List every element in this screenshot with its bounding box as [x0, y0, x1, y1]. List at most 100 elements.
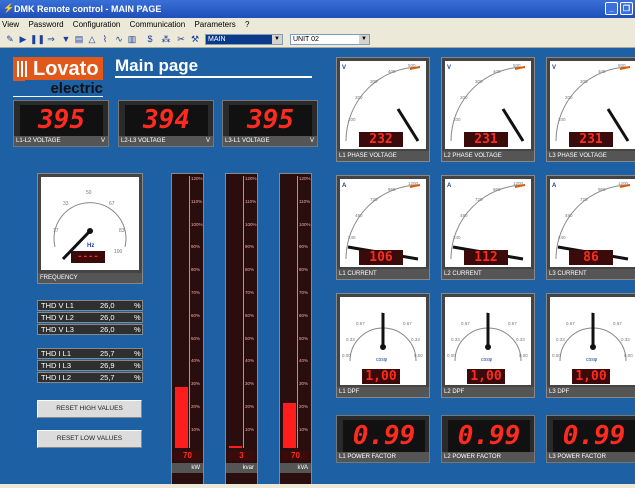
voltage-tick: 300 — [370, 79, 378, 84]
chart-icon[interactable]: ▥ — [126, 33, 138, 45]
voltage-unit: V — [205, 138, 210, 144]
current-tick: 480 — [460, 213, 468, 218]
bar-tick: 70% — [299, 290, 309, 295]
chevron-down-icon[interactable]: ▼ — [272, 35, 282, 44]
needle-pivot — [380, 344, 386, 350]
unit-select-value: UNIT 02 — [293, 36, 319, 43]
current-meter: 240 480 720 960 1200 A 106 L1 CURRENT — [336, 175, 430, 280]
thd-name: THD I L2 — [41, 373, 72, 382]
menu-view[interactable]: View — [2, 20, 19, 29]
bar-tick: 110% — [191, 198, 203, 204]
dpf-value-display: 1,00 — [362, 369, 400, 384]
dollar-icon[interactable]: $ — [144, 33, 156, 45]
current-tick: 960 — [493, 187, 501, 192]
dpf-meter: 0.000.330.6710.670.330.00cosφINDCAP1,00L… — [441, 293, 535, 398]
current-label: L1 CURRENT — [337, 269, 429, 279]
wrench-icon[interactable]: ✎ — [4, 33, 16, 45]
power-factor-display: 0.99 — [448, 420, 530, 452]
menu-password[interactable]: Password — [28, 20, 63, 29]
bar-tick: 80% — [299, 267, 309, 273]
dpf-tick: 0.33 — [411, 337, 420, 342]
voltage-display: 394 — [125, 105, 208, 136]
thd-unit: % — [134, 301, 141, 310]
play-icon[interactable]: ▶ — [17, 33, 29, 45]
unit-select[interactable]: UNIT 02 ▼ — [290, 34, 370, 45]
current-unit: A — [342, 183, 347, 189]
settings-icon[interactable]: ✂ — [175, 33, 187, 45]
tools-icon[interactable]: ⚒ — [189, 33, 201, 45]
thd-value: 26,0 — [100, 301, 115, 310]
dpf-tick: 0.00 — [342, 353, 351, 358]
thd-unit: % — [134, 373, 141, 382]
freq-tick: 100 — [114, 249, 123, 255]
bar-tick: 50% — [191, 335, 201, 341]
current-tick: 1200 — [618, 181, 629, 186]
minimize-button[interactable]: _ — [605, 2, 618, 15]
menu-help[interactable]: ? — [245, 20, 249, 29]
pause-icon[interactable]: ❚❚ — [30, 33, 45, 45]
freq-tick: 33 — [63, 201, 69, 207]
voltage-value-display: 232 — [359, 132, 403, 147]
bar-scale: 120% 110% 100% 90% 80% 70% 60% 50% 40% 30% 20% 10% — [297, 176, 311, 448]
bar-value: 3 — [228, 451, 255, 461]
bar-tick: 20% — [191, 404, 201, 409]
voltage-tick: 100 — [348, 117, 356, 122]
menu-communication[interactable]: Communication — [130, 20, 186, 29]
dpf-tick: 0.67 — [508, 321, 517, 326]
voltage-tick: 400 — [598, 69, 606, 74]
page-title: Main page — [115, 56, 199, 75]
page-select[interactable]: MAIN ▼ — [205, 34, 283, 45]
frequency-display: ---- — [71, 251, 105, 263]
bar-tick: 90% — [299, 244, 309, 250]
current-tick: 240 — [348, 235, 356, 240]
network-icon[interactable]: ⁂ — [160, 33, 172, 45]
power-factor-label: L3 POWER FACTOR — [547, 452, 635, 462]
thd-unit: % — [134, 349, 141, 358]
dpf-ind: IND — [340, 298, 348, 304]
download-icon[interactable]: ▼ — [60, 33, 72, 45]
current-value-display: 86 — [569, 250, 613, 265]
dpf-tick: 0.00 — [447, 353, 456, 358]
bar-tick: 60% — [245, 312, 255, 318]
alarm-icon[interactable]: △ — [86, 33, 98, 45]
wave-icon[interactable]: ∿ — [113, 33, 125, 45]
graph-icon[interactable]: ⌇ — [99, 33, 111, 45]
dpf-center-label: cosφ — [376, 357, 388, 363]
current-tick: 1200 — [513, 181, 524, 186]
power-bar: 120% 110% 100% 90% 80% 70% 60% 50% 40% 30% 20% 10% 3… — [225, 173, 258, 485]
freq-tick: 50 — [86, 190, 92, 196]
lovato-logo: Lovato electric — [13, 57, 103, 97]
connect-icon[interactable]: ⇒ — [45, 33, 57, 45]
chevron-down-icon[interactable]: ▼ — [359, 35, 369, 44]
voltage-tick: 200 — [460, 95, 468, 100]
dpf-label: L1 DPF — [337, 387, 429, 397]
current-meter: 240 480 720 960 1200 A 112 L2 CURRENT — [441, 175, 535, 280]
bar-tick: 100% — [245, 221, 257, 227]
menu-parameters[interactable]: Parameters — [194, 20, 235, 29]
bar-tick: 30% — [299, 381, 309, 387]
restore-button[interactable]: ❐ — [620, 2, 633, 15]
power-factor-display: 0.99 — [553, 420, 635, 452]
thd-row: THD I L3 26,9% — [37, 360, 143, 371]
dpf-tick: 0.67 — [566, 321, 575, 326]
dpf-ind: IND — [550, 298, 558, 304]
thd-value: 25,7 — [100, 373, 115, 382]
reset-high-values-button[interactable]: RESET HIGH VALUES — [37, 400, 142, 418]
freq-tick: 17 — [53, 228, 59, 234]
menu-configuration[interactable]: Configuration — [73, 20, 121, 29]
freq-tick: 67 — [109, 201, 115, 207]
bar-tick: 40% — [191, 358, 201, 364]
thd-row: THD I L1 25,7% — [37, 348, 143, 359]
dpf-tick: 0.67 — [403, 321, 412, 326]
bar-tick: 30% — [245, 381, 255, 387]
bar-tick: 100% — [191, 221, 203, 227]
bar-scale: 120% 110% 100% 90% 80% 70% 60% 50% 40% 30% 20% 10% — [189, 176, 203, 448]
dpf-center-label: cosφ — [586, 357, 598, 363]
power-factor-label: L2 POWER FACTOR — [442, 452, 534, 462]
bar-tick: 120% — [245, 176, 257, 181]
memory-icon[interactable]: ▤ — [73, 33, 85, 45]
reset-low-values-button[interactable]: RESET LOW VALUES — [37, 430, 142, 448]
voltage-tick: 400 — [388, 69, 396, 74]
voltage-label: L3-L1 VOLTAGE V — [223, 136, 317, 146]
power-factor-panel: 0.99 L2 POWER FACTOR — [441, 415, 535, 463]
